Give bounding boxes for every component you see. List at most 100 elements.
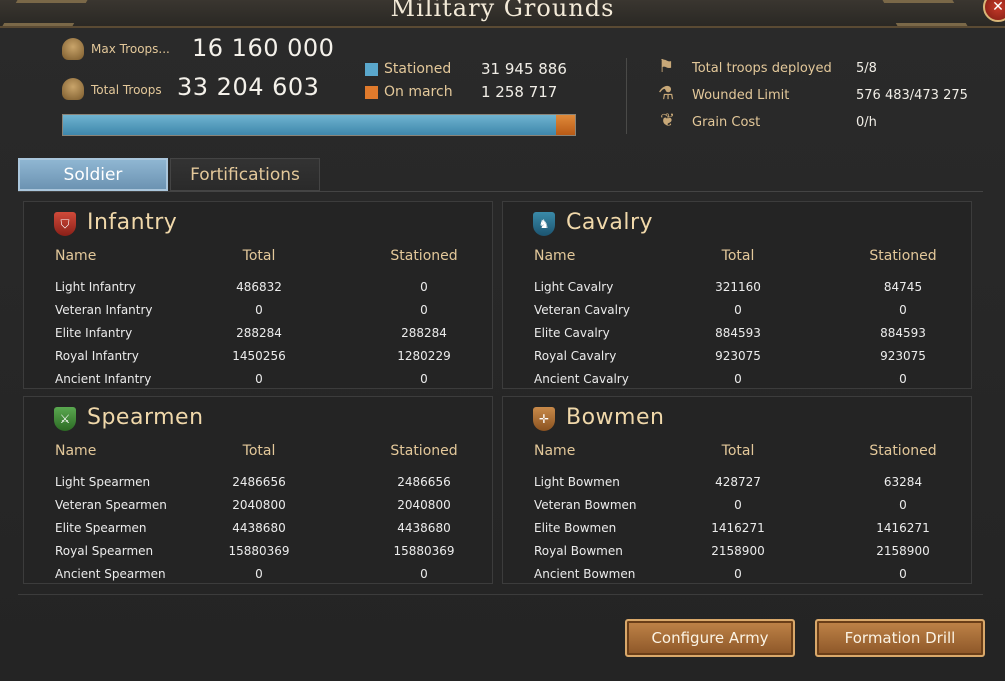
on-march-value: 1 258 717 — [481, 83, 558, 101]
shield-icon: ⛉ — [54, 212, 76, 236]
troop-total: 15880369 — [228, 544, 290, 558]
troop-total: 4438680 — [232, 521, 286, 535]
troop-total: 288284 — [236, 326, 282, 340]
panel-title: Infantry — [87, 210, 178, 235]
table-row: Ancient Bowmen 0 0 — [503, 567, 971, 583]
troop-total: 884593 — [715, 326, 761, 340]
troop-total: 486832 — [236, 280, 282, 294]
stationed-label: Stationed — [384, 61, 452, 77]
on-march-label: On march — [384, 84, 453, 100]
troop-stationed: 1416271 — [876, 521, 930, 535]
header-divider — [626, 58, 627, 134]
troop-stationed: 0 — [420, 567, 428, 581]
table-row: Veteran Spearmen 2040800 2040800 — [24, 498, 492, 521]
troop-total: 923075 — [715, 349, 761, 363]
troop-stationed: 2158900 — [876, 544, 930, 558]
helmet-icon — [62, 78, 84, 100]
soldier-content: ⛉ Infantry Name Total Stationed Light In… — [18, 191, 983, 595]
column-header-stationed: Stationed — [869, 443, 937, 459]
troop-name: Elite Cavalry — [534, 326, 610, 340]
bowmen-panel: ✛ Bowmen Name Total Stationed Light Bowm… — [502, 396, 972, 584]
troop-name: Light Infantry — [55, 280, 136, 294]
troop-name: Elite Spearmen — [55, 521, 147, 535]
table-row: Royal Infantry 1450256 1280229 — [24, 349, 492, 372]
stationed-legend-swatch — [365, 63, 378, 76]
panel-title: Spearmen — [87, 405, 204, 430]
troop-name: Royal Bowmen — [534, 544, 623, 558]
troop-total: 1450256 — [232, 349, 286, 363]
troop-stationed: 288284 — [401, 326, 447, 340]
column-header-total: Total — [721, 248, 755, 264]
troop-total: 2040800 — [232, 498, 286, 512]
troop-stationed: 0 — [899, 372, 907, 386]
troop-stationed: 84745 — [883, 280, 923, 294]
table-row: Light Infantry 486832 0 — [24, 280, 492, 303]
troop-total: 0 — [255, 567, 263, 581]
troop-total: 1416271 — [711, 521, 765, 535]
crossed-spears-icon: ⚔ — [54, 407, 76, 431]
column-header-stationed: Stationed — [390, 248, 458, 264]
stationed-bar-fill — [63, 115, 556, 135]
troop-name: Elite Bowmen — [534, 521, 617, 535]
table-row: Light Cavalry 321160 84745 — [503, 280, 971, 303]
max-troops-label: Max Troops... — [91, 42, 170, 56]
formation-drill-button[interactable]: Formation Drill — [815, 619, 985, 657]
troop-name: Veteran Infantry — [55, 303, 153, 317]
configure-army-button[interactable]: Configure Army — [625, 619, 795, 657]
column-header-stationed: Stationed — [869, 248, 937, 264]
stationed-value: 31 945 886 — [481, 60, 567, 78]
troop-name: Veteran Spearmen — [55, 498, 167, 512]
panel-title: Bowmen — [566, 405, 665, 430]
column-header-name: Name — [534, 443, 576, 459]
wounded-value: 576 483/473 275 — [856, 88, 968, 103]
table-row: Ancient Cavalry 0 0 — [503, 372, 971, 388]
troop-stationed: 0 — [420, 280, 428, 294]
infantry-panel: ⛉ Infantry Name Total Stationed Light In… — [23, 201, 493, 389]
table-row: Elite Spearmen 4438680 4438680 — [24, 521, 492, 544]
column-header-name: Name — [55, 248, 97, 264]
total-troops-label: Total Troops — [91, 83, 162, 97]
grain-icon: ❦ — [660, 110, 676, 131]
table-row: Elite Cavalry 884593 884593 — [503, 326, 971, 349]
table-row: Royal Cavalry 923075 923075 — [503, 349, 971, 372]
on-march-bar-fill — [555, 115, 575, 135]
troop-stationed: 0 — [899, 567, 907, 581]
troop-stationed: 0 — [420, 372, 428, 386]
troop-stationed: 2040800 — [397, 498, 451, 512]
flag-icon: ⚑ — [658, 56, 675, 77]
troop-total: 0 — [734, 372, 742, 386]
military-grounds-window: Military Grounds ✕ Max Troops... 16 160 … — [0, 0, 1005, 681]
troop-total: 0 — [255, 372, 263, 386]
column-header-name: Name — [534, 248, 576, 264]
troop-name: Ancient Cavalry — [534, 372, 629, 386]
troop-total: 428727 — [715, 475, 761, 489]
table-row: Light Bowmen 428727 63284 — [503, 475, 971, 498]
tab-fortifications[interactable]: Fortifications — [170, 158, 320, 191]
horse-icon: ♞ — [533, 212, 555, 236]
deployed-value: 5/8 — [856, 61, 877, 76]
troop-total: 321160 — [715, 280, 761, 294]
column-header-total: Total — [721, 443, 755, 459]
troop-name: Light Bowmen — [534, 475, 620, 489]
tab-soldier[interactable]: Soldier — [18, 158, 168, 191]
table-row: Royal Spearmen 15880369 15880369 — [24, 544, 492, 567]
troop-name: Light Spearmen — [55, 475, 151, 489]
table-row: Veteran Infantry 0 0 — [24, 303, 492, 326]
helmet-icon — [62, 38, 84, 60]
max-troops-value: 16 160 000 — [192, 34, 335, 62]
troop-stationed: 1280229 — [397, 349, 451, 363]
table-row: Royal Bowmen 2158900 2158900 — [503, 544, 971, 567]
troop-stationed: 2486656 — [397, 475, 451, 489]
troop-stationed: 0 — [420, 303, 428, 317]
title-bar: Military Grounds — [0, 0, 1005, 28]
spearmen-panel: ⚔ Spearmen Name Total Stationed Light Sp… — [23, 396, 493, 584]
troop-name: Veteran Bowmen — [534, 498, 637, 512]
troop-name: Elite Infantry — [55, 326, 133, 340]
panel-title: Cavalry — [566, 210, 654, 235]
table-row: Ancient Spearmen 0 0 — [24, 567, 492, 583]
table-row: Elite Bowmen 1416271 1416271 — [503, 521, 971, 544]
troop-name: Royal Cavalry — [534, 349, 617, 363]
table-row: Ancient Infantry 0 0 — [24, 372, 492, 388]
troop-stationed: 15880369 — [393, 544, 455, 558]
troop-name: Veteran Cavalry — [534, 303, 631, 317]
